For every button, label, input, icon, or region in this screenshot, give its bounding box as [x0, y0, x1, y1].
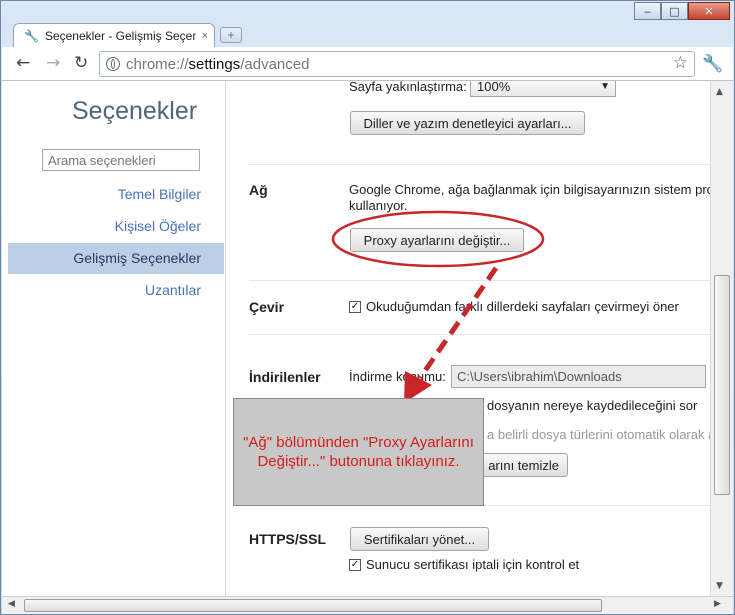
- auto-open-text: a belirli dosya türlerini otomatik olara…: [487, 427, 710, 442]
- scroll-left-arrow-icon[interactable]: ◀: [8, 599, 15, 609]
- translate-checkbox[interactable]: ✓: [349, 301, 361, 313]
- scroll-up-arrow-icon[interactable]: ▲: [716, 87, 723, 97]
- tab-title: Seçenekler - Gelişmiş Seçen: [44, 28, 196, 43]
- revocation-checkbox-label: Sunucu sertifikası iptali için kontrol e…: [366, 557, 580, 572]
- ask-location-label: dosyanın nereye kaydedileceğini sor: [487, 398, 698, 413]
- title-bar: ‒ □ ✕: [1, 1, 734, 23]
- forward-arrow-icon[interactable]: →: [46, 53, 60, 73]
- translate-checkbox-label: Okuduğumdan farklı dillerdeki sayfaları …: [366, 299, 679, 314]
- proxy-settings-button[interactable]: Proxy ayarlarını değiştir...: [350, 228, 524, 252]
- page-content: Seçenekler Temel Bilgiler Kişisel Öğeler…: [2, 81, 733, 596]
- maximize-button[interactable]: □: [661, 2, 688, 20]
- sidebar-item-extensions[interactable]: Uzantılar: [8, 275, 224, 306]
- clear-auto-open-label: arını temizle: [488, 457, 559, 473]
- close-window-button[interactable]: ✕: [688, 2, 730, 20]
- scroll-right-arrow-icon[interactable]: ▶: [714, 599, 721, 609]
- page-title: Seçenekler: [72, 97, 198, 125]
- sidebar-item-advanced[interactable]: Gelişmiş Seçenekler: [8, 243, 224, 274]
- network-description-cont: kullanıyor.: [349, 198, 408, 213]
- search-input[interactable]: [42, 149, 200, 171]
- sidebar-item-basics[interactable]: Temel Bilgiler: [8, 179, 224, 210]
- globe-icon: [106, 57, 120, 71]
- reload-icon[interactable]: ↻: [74, 53, 88, 73]
- sidebar-item-personal[interactable]: Kişisel Öğeler: [8, 211, 224, 242]
- instruction-callout: "Ağ" bölümünden "Proxy Ayarlarını Değişt…: [233, 398, 484, 506]
- zoom-value: 100%: [477, 81, 511, 94]
- network-section-label: Ağ: [249, 182, 268, 198]
- back-arrow-icon[interactable]: ←: [16, 53, 30, 73]
- manage-certificates-button[interactable]: Sertifikaları yönet...: [350, 527, 489, 551]
- browser-toolbar: ← → ↻ chrome://settings/advanced ☆ 🔧: [2, 47, 733, 81]
- revocation-checkbox[interactable]: ✓: [349, 559, 361, 571]
- new-tab-button[interactable]: +: [220, 27, 242, 43]
- bookmark-star-icon[interactable]: ☆: [673, 53, 688, 73]
- sidebar: Seçenekler Temel Bilgiler Kişisel Öğeler…: [2, 81, 226, 596]
- horizontal-scrollbar[interactable]: ◀ ▶: [2, 596, 733, 614]
- download-location-field[interactable]: C:\Users\ibrahim\Downloads: [451, 365, 706, 388]
- address-bar[interactable]: chrome://settings/advanced ☆: [99, 51, 695, 77]
- section-divider: [249, 334, 710, 335]
- download-location-label: İndirme konumu:: [349, 369, 446, 384]
- window-controls: ‒ □ ✕: [634, 2, 730, 20]
- wrench-menu-icon[interactable]: 🔧: [702, 54, 723, 74]
- settings-panel: Sayfa yakınlaştırma: 100% ▼ Diller ve ya…: [226, 81, 710, 596]
- vertical-scroll-thumb[interactable]: [714, 275, 730, 495]
- translate-section-label: Çevir: [249, 299, 285, 315]
- https-section-label: HTTPS/SSL: [249, 531, 327, 547]
- dropdown-arrow-icon: ▼: [600, 81, 610, 92]
- downloads-section-label: İndirilenler: [249, 369, 321, 385]
- browser-tab[interactable]: 🔧 Seçenekler - Gelişmiş Seçen ×: [13, 23, 215, 47]
- network-description: Google Chrome, ağa bağlanmak için bilgis…: [349, 182, 710, 197]
- section-divider: [249, 280, 710, 281]
- section-divider: [249, 164, 710, 165]
- minimize-button[interactable]: ‒: [634, 2, 661, 20]
- vertical-scrollbar[interactable]: ▲ ▼: [710, 81, 733, 596]
- scroll-down-arrow-icon[interactable]: ▼: [716, 581, 723, 591]
- tab-close-icon[interactable]: ×: [202, 30, 208, 42]
- browser-window: ‒ □ ✕ 🔧 Seçenekler - Gelişmiş Seçen × + …: [0, 0, 735, 615]
- url-text: chrome://settings/advanced: [126, 55, 310, 73]
- language-settings-button[interactable]: Diller ve yazım denetleyici ayarları...: [350, 111, 585, 135]
- wrench-icon: 🔧: [24, 28, 39, 43]
- zoom-select[interactable]: 100% ▼: [470, 81, 616, 97]
- horizontal-scroll-thumb[interactable]: [24, 599, 602, 612]
- zoom-label: Sayfa yakınlaştırma:: [349, 81, 467, 94]
